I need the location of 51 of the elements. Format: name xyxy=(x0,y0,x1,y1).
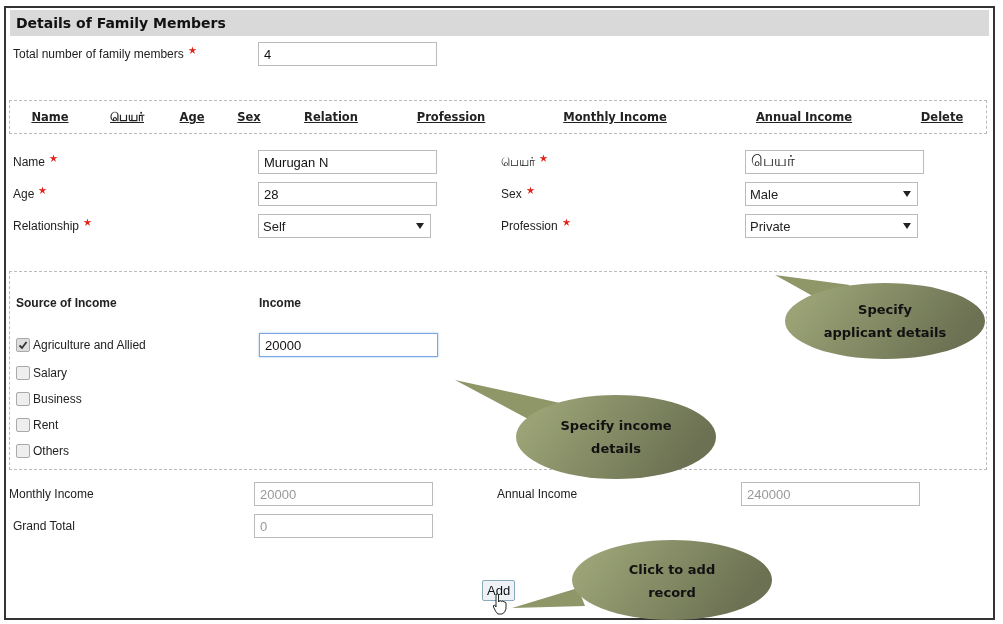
dropdown[interactable]: Male xyxy=(745,182,918,206)
field-label: Monthly Income xyxy=(9,486,94,503)
column-header-link[interactable]: Age xyxy=(179,110,205,124)
input-field: 0 xyxy=(254,514,433,538)
checkbox-label: Others xyxy=(33,444,69,458)
hand-cursor-icon xyxy=(492,593,508,615)
checkbox[interactable] xyxy=(16,366,30,380)
column-header-link[interactable]: Profession xyxy=(416,110,486,124)
checkbox-label: Rent xyxy=(33,418,59,432)
checkbox-label: Business xyxy=(33,392,82,406)
input-field: 20000 xyxy=(254,482,433,506)
caret-icon xyxy=(416,223,424,229)
column-heading: Income xyxy=(259,295,302,310)
input-field[interactable]: 20000 xyxy=(259,333,438,357)
input-field: 240000 xyxy=(741,482,920,506)
checkbox[interactable] xyxy=(16,418,30,432)
field-label: Name xyxy=(13,154,45,171)
column-header-link[interactable]: Relation xyxy=(304,110,358,124)
field-label: Age xyxy=(13,186,35,203)
dropdown[interactable]: Self xyxy=(258,214,431,238)
field-label: Profession xyxy=(501,218,558,235)
caret-icon xyxy=(903,191,911,197)
checkbox[interactable] xyxy=(16,444,30,458)
callout-text: Click to add record xyxy=(627,561,717,602)
column-header-link[interactable]: பெயர் xyxy=(110,109,144,124)
caret-icon xyxy=(903,223,911,229)
field-label: Total number of family members xyxy=(13,46,184,63)
checkbox[interactable] xyxy=(16,338,30,352)
checkbox-label: Agriculture and Allied xyxy=(33,338,146,352)
column-header-link[interactable]: Annual Income xyxy=(755,110,853,124)
column-header-link[interactable]: Name xyxy=(31,110,69,124)
callout-text: Specify income details xyxy=(559,417,673,458)
field-label: Annual Income xyxy=(497,486,578,503)
checkbox[interactable] xyxy=(16,392,30,406)
column-header-link[interactable]: Monthly Income xyxy=(563,110,667,124)
column-heading: Source of Income xyxy=(16,295,118,310)
add-button[interactable]: Add xyxy=(482,580,516,601)
section-title: Details of Family Members xyxy=(10,10,989,36)
input-field[interactable]: Murugan N xyxy=(258,150,437,174)
column-header-link[interactable]: Sex xyxy=(237,110,261,124)
field-label: Sex xyxy=(501,186,522,203)
column-header-link[interactable]: Delete xyxy=(920,110,964,124)
input-field[interactable]: பெயர் xyxy=(745,150,924,174)
input-field[interactable]: 4 xyxy=(258,42,437,66)
dropdown[interactable]: Private xyxy=(745,214,918,238)
field-label: பெயர் xyxy=(501,154,535,171)
input-field[interactable]: 28 xyxy=(258,182,437,206)
callout-text: Specify applicant details xyxy=(822,301,948,342)
field-label: Grand Total xyxy=(13,518,75,535)
checkbox-label: Salary xyxy=(33,366,67,380)
field-label: Relationship xyxy=(13,218,80,235)
